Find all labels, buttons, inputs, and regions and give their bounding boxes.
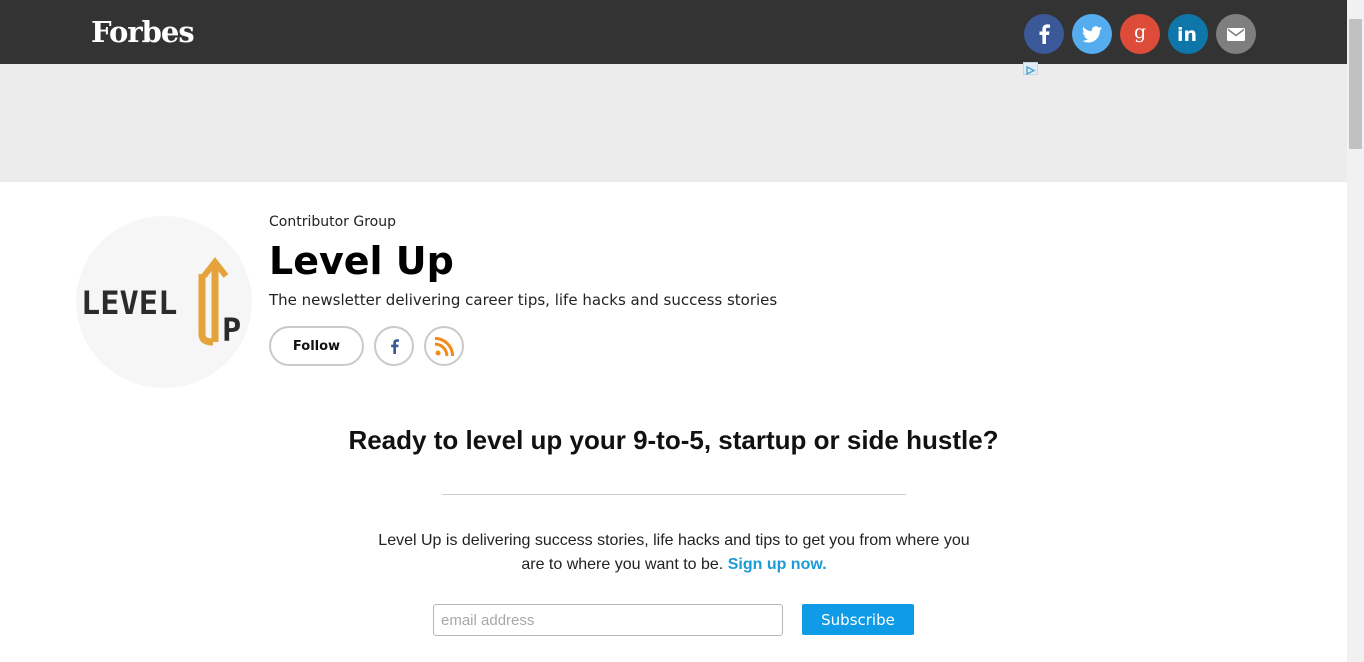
subscribe-button[interactable]: Subscribe (802, 604, 914, 635)
facebook-icon (1039, 24, 1050, 44)
share-google-plus-button[interactable]: g (1120, 14, 1160, 54)
facebook-icon (390, 338, 399, 354)
rss-icon (434, 336, 454, 356)
page-title: Level Up (269, 239, 454, 283)
share-facebook-button[interactable] (1024, 14, 1064, 54)
promo-body-text: Level Up is delivering success stories, … (378, 532, 970, 573)
contributor-group-label: Contributor Group (269, 214, 396, 230)
sign-up-link[interactable]: Sign up now. (728, 556, 827, 573)
scrollbar-thumb[interactable] (1349, 19, 1362, 149)
share-twitter-button[interactable] (1072, 14, 1112, 54)
google-plus-icon: g (1134, 23, 1146, 43)
adchoices-icon[interactable] (1023, 62, 1038, 76)
ad-banner (0, 64, 1347, 182)
rss-feed-button[interactable] (424, 326, 464, 366)
svg-text:g: g (1134, 23, 1146, 43)
svg-text:LEVEL: LEVEL (81, 284, 177, 322)
facebook-page-button[interactable] (374, 326, 414, 366)
promo-heading: Ready to level up your 9-to-5, startup o… (348, 425, 999, 455)
forbes-logo[interactable]: Forbes (91, 14, 195, 50)
tagline: The newsletter delivering career tips, l… (269, 291, 778, 309)
divider (442, 494, 906, 495)
share-linkedin-button[interactable]: in (1168, 14, 1208, 54)
linkedin-icon: in (1177, 24, 1197, 44)
twitter-icon (1082, 25, 1102, 42)
svg-text:in: in (1177, 24, 1197, 44)
share-email-button[interactable] (1216, 14, 1256, 54)
follow-button[interactable]: Follow (269, 326, 364, 366)
svg-text:P: P (222, 311, 241, 349)
email-icon (1227, 27, 1245, 41)
level-up-logo: LEVEL P (76, 216, 252, 388)
email-input[interactable] (433, 604, 783, 636)
promo-description: Level Up is delivering success stories, … (374, 529, 974, 577)
